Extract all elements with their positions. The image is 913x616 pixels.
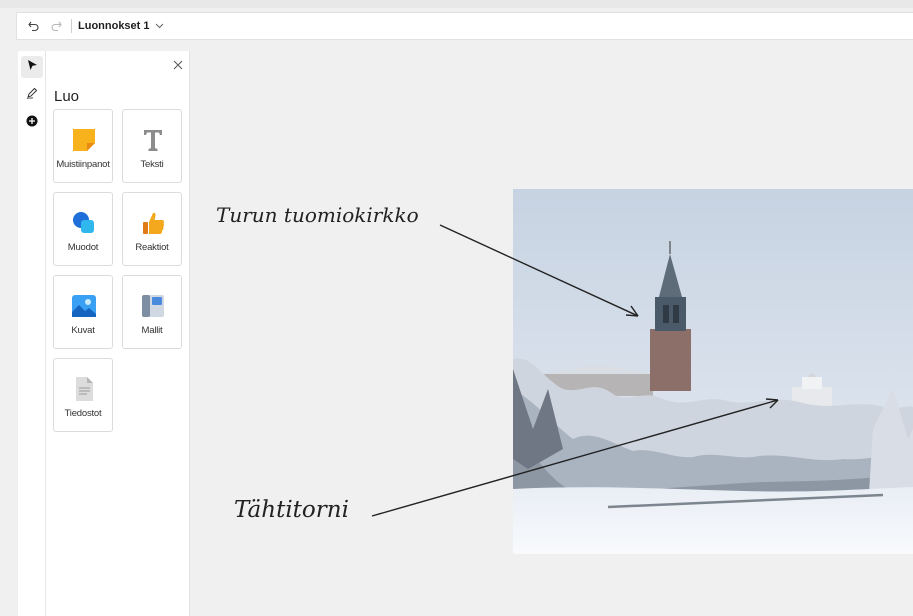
arrow-observatory[interactable] — [371, 399, 779, 517]
annotation-arrows — [371, 224, 779, 517]
arrow-cathedral[interactable] — [439, 224, 639, 317]
